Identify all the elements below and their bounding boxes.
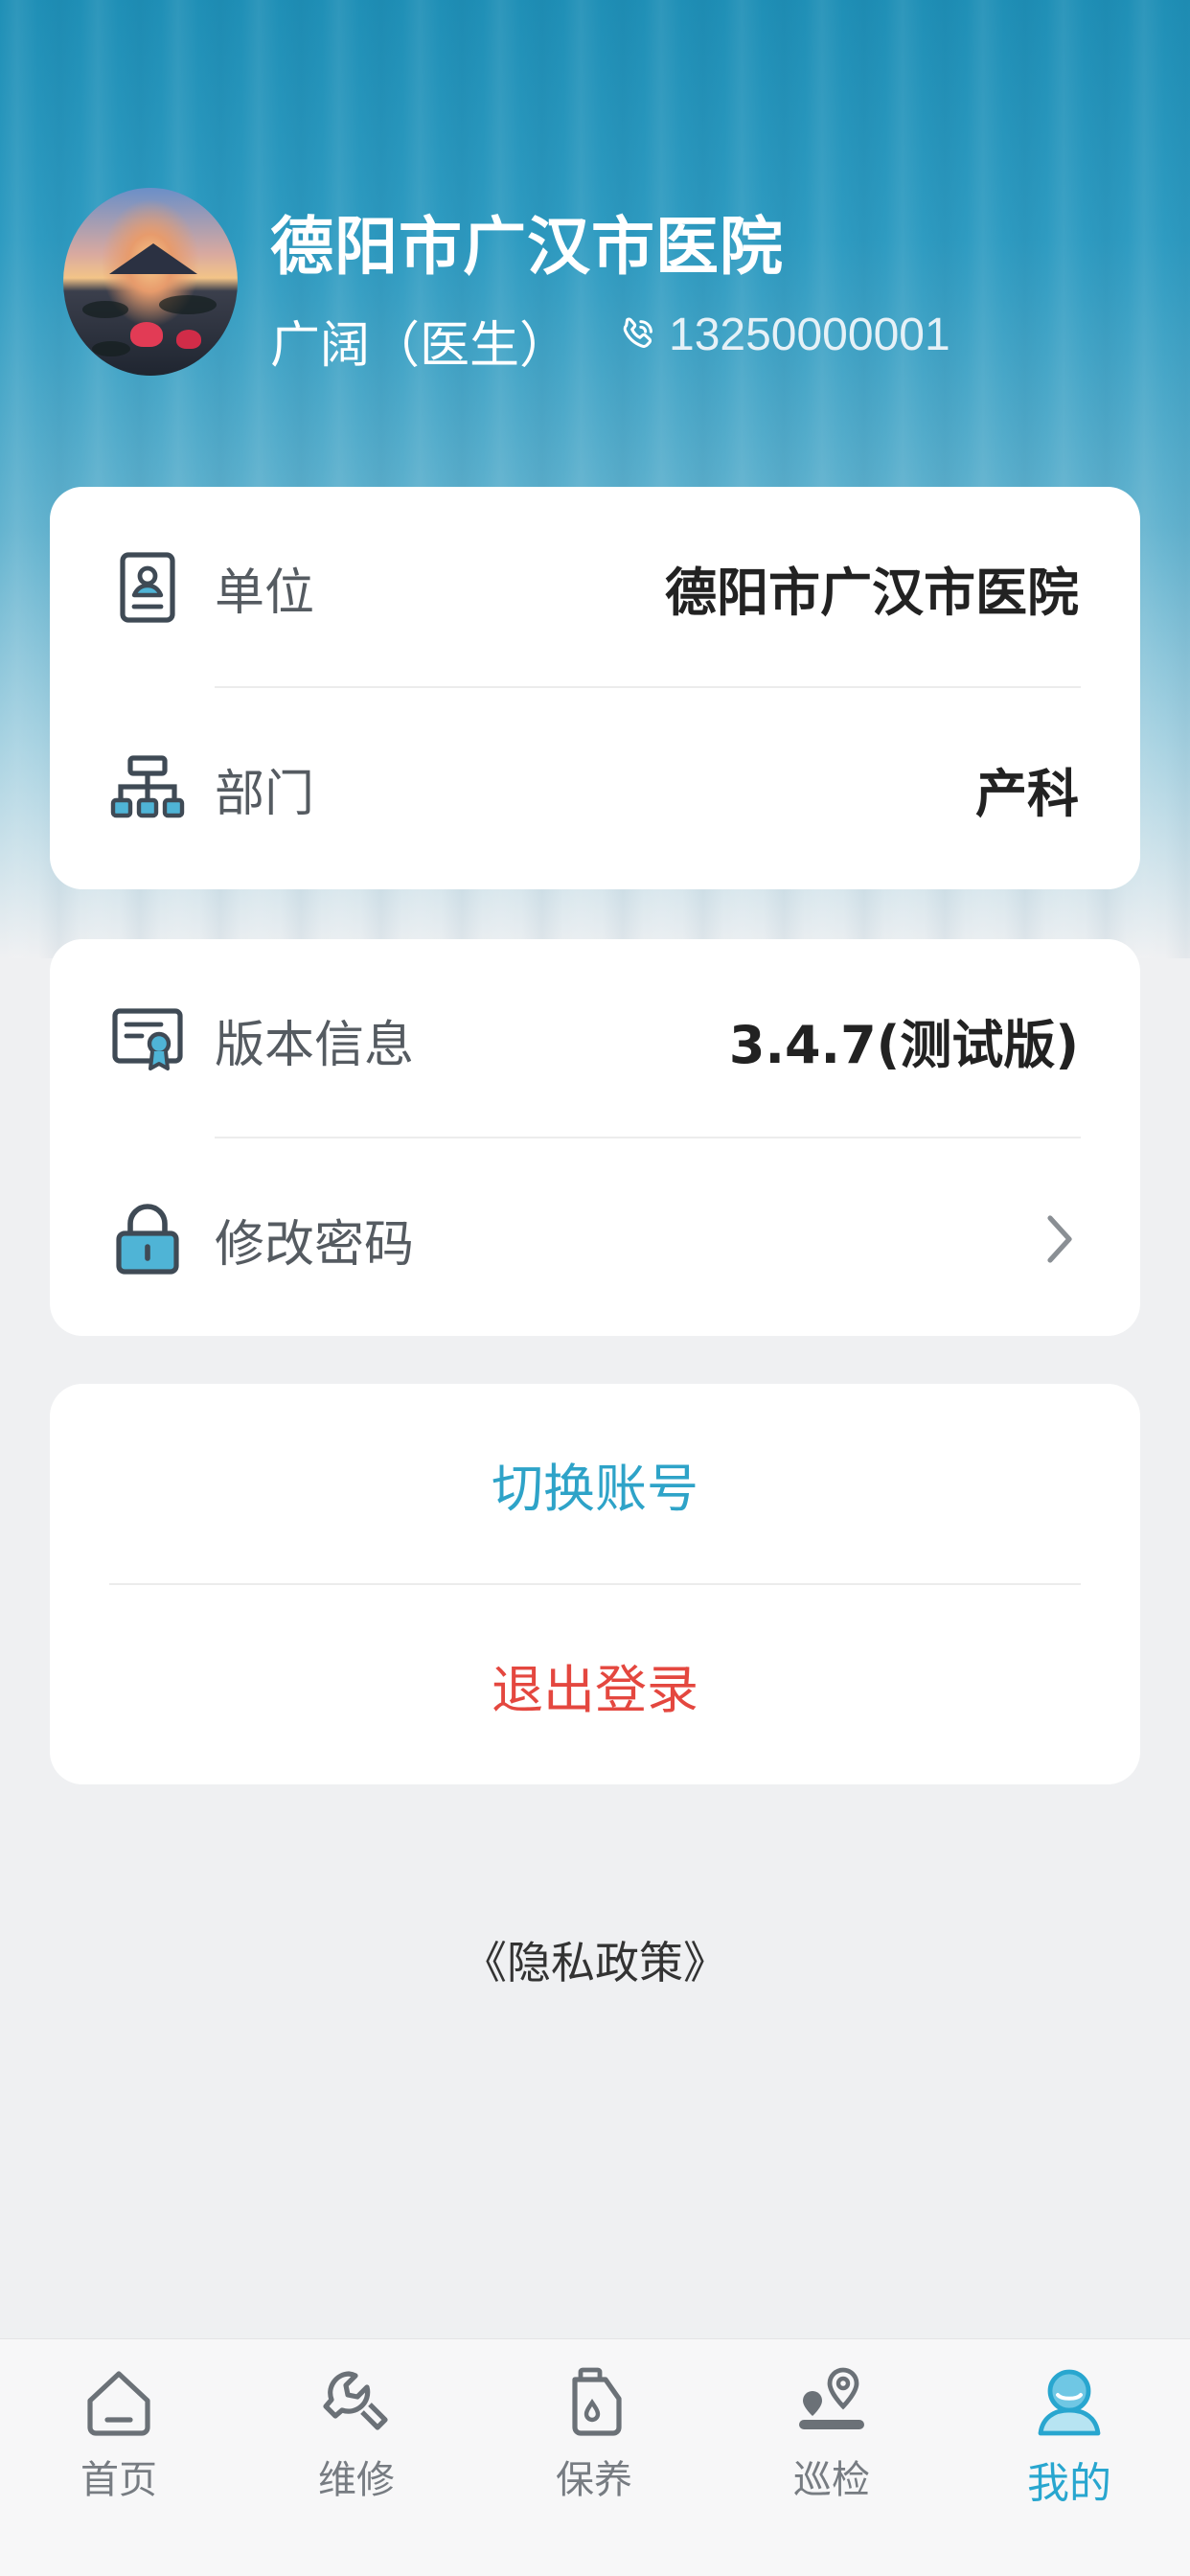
- tab-home[interactable]: 首页: [0, 2339, 238, 2576]
- version-row: 版本信息 3.4.7(测试版): [50, 939, 1140, 1140]
- home-icon: [87, 2371, 150, 2436]
- org-chart-icon: [110, 755, 185, 818]
- tab-inspection[interactable]: 巡检: [713, 2339, 950, 2576]
- avatar[interactable]: [63, 188, 238, 376]
- wrench-icon: [323, 2371, 388, 2430]
- tab-mine-label: 我的: [1027, 2459, 1111, 2508]
- change-password-label: 修改密码: [215, 1215, 415, 1274]
- unit-label: 单位: [215, 564, 315, 622]
- tab-mine[interactable]: 我的: [950, 2339, 1188, 2576]
- user-icon: [1038, 2369, 1101, 2436]
- lock-icon: [116, 1204, 179, 1275]
- tab-maintenance-label: 保养: [556, 2458, 632, 2502]
- tab-maintenance[interactable]: 保养: [475, 2339, 713, 2576]
- department-row: 部门 产科: [50, 688, 1140, 889]
- tab-inspection-label: 巡检: [793, 2458, 870, 2502]
- user-name: 广阔（医生）: [270, 317, 570, 375]
- certificate-icon: [112, 1008, 183, 1070]
- logout-button[interactable]: 退出登录: [50, 1585, 1140, 1784]
- tab-home-label: 首页: [80, 2458, 157, 2502]
- tab-repair[interactable]: 维修: [238, 2339, 475, 2576]
- oil-can-icon: [572, 2367, 622, 2436]
- version-value: 3.4.7(测试版): [728, 1014, 1079, 1075]
- privacy-policy-link[interactable]: 《隐私政策》: [0, 1928, 1190, 1991]
- switch-account-button[interactable]: 切换账号: [50, 1384, 1140, 1583]
- change-password-row[interactable]: 修改密码: [50, 1138, 1140, 1340]
- unit-row: 单位 德阳市广汉市医院: [50, 487, 1140, 688]
- id-badge-icon: [120, 552, 175, 623]
- department-label: 部门: [215, 765, 315, 823]
- account-actions-card: 切换账号 退出登录: [50, 1384, 1140, 1784]
- tab-repair-label: 维修: [318, 2458, 395, 2502]
- unit-value: 德阳市广汉市医院: [665, 562, 1079, 623]
- phone-number: 13250000001: [669, 310, 950, 360]
- chevron-right-icon: [1047, 1215, 1072, 1263]
- department-value: 产科: [975, 763, 1079, 824]
- phone-info: 13250000001: [615, 309, 950, 361]
- hospital-name: 德阳市广汉市医院: [270, 210, 784, 284]
- organization-card: 单位 德阳市广汉市医院 部门 产科: [50, 487, 1140, 889]
- location-pin-icon: [799, 2367, 864, 2429]
- bottom-tab-bar: 首页 维修 保养 巡检 我的: [0, 2338, 1190, 2576]
- settings-card: 版本信息 3.4.7(测试版) 修改密码: [50, 939, 1140, 1336]
- phone-icon: [623, 316, 652, 348]
- version-label: 版本信息: [215, 1016, 415, 1074]
